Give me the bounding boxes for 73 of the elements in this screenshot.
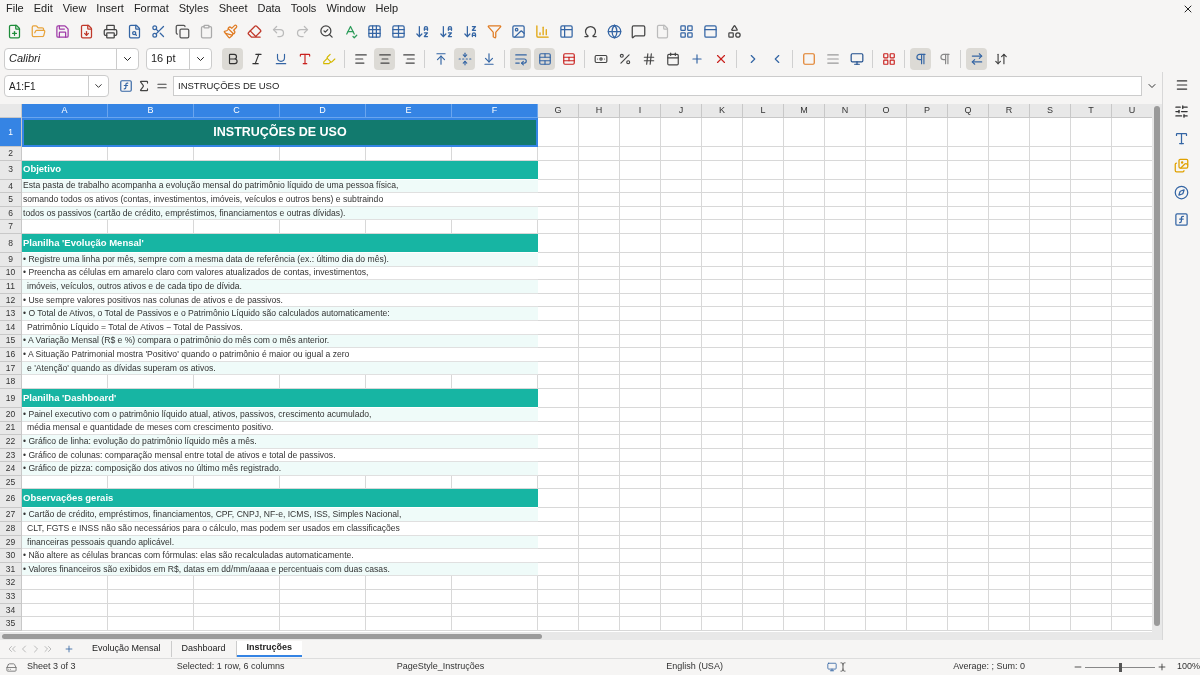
column-header[interactable]: T (1071, 104, 1112, 118)
text-cell: • Gráfico de pizza: composição dos ativos no último mês registrado. (22, 462, 538, 476)
font-name-field[interactable]: Calibri (4, 47, 139, 70)
menu-item[interactable]: Tools (285, 0, 322, 17)
column-header[interactable]: I (620, 104, 661, 118)
menu-item[interactable]: Format (128, 0, 174, 17)
column-header[interactable]: E (366, 104, 452, 118)
row-header[interactable]: 24 (0, 462, 22, 476)
selection-info: Selected: 1 row, 6 columns (176, 660, 286, 674)
row-header[interactable]: 35 (0, 617, 22, 631)
sum-info: Average: ; Sum: 0 (953, 660, 1027, 674)
menu-item[interactable]: Window (321, 0, 371, 17)
row-header[interactable]: 33 (0, 590, 22, 604)
menu-item[interactable]: File (1, 0, 29, 17)
row-header[interactable]: 16 (0, 348, 22, 362)
row-header[interactable]: 18 (0, 375, 22, 389)
column-header[interactable]: D (280, 104, 366, 118)
text-cell: • Gráfico de linha: evolução do patrimônio líquido mês a mês. (22, 435, 538, 449)
column-header[interactable]: Q (948, 104, 989, 118)
column-header[interactable]: L (743, 104, 784, 118)
column-header[interactable]: S (1030, 104, 1071, 118)
zoom-level: 100% (1176, 660, 1200, 674)
formula-input[interactable]: INSTRUÇÕES DE USO (173, 76, 1142, 96)
row-header[interactable]: 22 (0, 435, 22, 449)
column-header[interactable]: M (784, 104, 825, 118)
column-header[interactable]: B (108, 104, 194, 118)
column-header[interactable]: C (194, 104, 280, 118)
menu-item[interactable]: Help (370, 0, 404, 17)
sheet-tab[interactable]: Dashboard (171, 641, 237, 657)
menu-item[interactable]: View (57, 0, 92, 17)
row-header[interactable]: 32 (0, 576, 22, 591)
text-cell: • O Total de Ativos, o Total de Passivos e o Patrimônio Líquido são calculados automaticamente: (22, 307, 538, 321)
section-header-cell: Observações gerais (22, 489, 538, 509)
text-cell: CLT, FGTS e INSS não são necessários para o cálculo, mas podem ser usados em classificações (22, 522, 538, 536)
column-header[interactable]: K (702, 104, 743, 118)
row-header[interactable]: 27 (0, 508, 22, 523)
menu-item[interactable]: Edit (28, 0, 58, 17)
column-header[interactable]: O (866, 104, 907, 118)
language: English (USA) (666, 660, 724, 674)
column-header[interactable]: F (452, 104, 538, 118)
name-box[interactable]: A1:F1 (4, 75, 109, 97)
column-header[interactable]: A (22, 104, 108, 118)
row-header[interactable]: 1 (0, 118, 22, 147)
text-cell: • Cartão de crédito, empréstimos, financiamentos, CPF, CNPJ, NF-e, ICMS, ISS, Simples Nacional, (22, 508, 538, 523)
column-header[interactable]: N (825, 104, 866, 118)
column-header[interactable]: H (579, 104, 620, 118)
row-header[interactable]: 7 (0, 220, 22, 234)
row-header[interactable]: 13 (0, 307, 22, 321)
column-header[interactable]: J (661, 104, 702, 118)
text-cell: somando todos os ativos (contas, investimentos, imóveis, veículos e outros bens) e subtraindo (22, 193, 538, 207)
menu-item[interactable]: Data (252, 0, 286, 17)
sheet-count: Sheet 3 of 3 (27, 660, 77, 674)
sheet-tab[interactable]: Instruções (236, 641, 303, 657)
row-header[interactable]: 28 (0, 522, 22, 536)
column-header[interactable]: P (907, 104, 948, 118)
row-header[interactable]: 26 (0, 489, 22, 509)
menu-item[interactable]: Sheet (213, 0, 253, 17)
row-header[interactable]: 30 (0, 549, 22, 563)
sheet-tab[interactable]: Evolução Mensal (82, 641, 172, 657)
text-cell: imóveis, veículos, outros ativos e de cada tipo de dívida. (22, 280, 538, 294)
menu-item[interactable]: Styles (173, 0, 214, 17)
font-size-field[interactable]: 16 pt (146, 47, 212, 70)
page-style: PageStyle_Instruções (396, 660, 486, 674)
title-cell: INSTRUÇÕES DE USO (22, 118, 538, 147)
row-header[interactable]: 11 (0, 280, 22, 294)
row-header[interactable]: 5 (0, 193, 22, 207)
row-header[interactable]: 2 (0, 147, 22, 161)
column-header[interactable]: R (989, 104, 1030, 118)
column-header[interactable]: U (1112, 104, 1152, 118)
column-header[interactable]: G (538, 104, 579, 118)
text-cell: • A Situação Patrimonial mostra 'Positivo' quando o patrimônio é maior ou igual a zero (22, 348, 538, 362)
menu-item[interactable]: Insert (91, 0, 129, 17)
text-cell: • Não altere as células brancas com fórmulas: elas são recalculadas automaticamente. (22, 549, 538, 563)
